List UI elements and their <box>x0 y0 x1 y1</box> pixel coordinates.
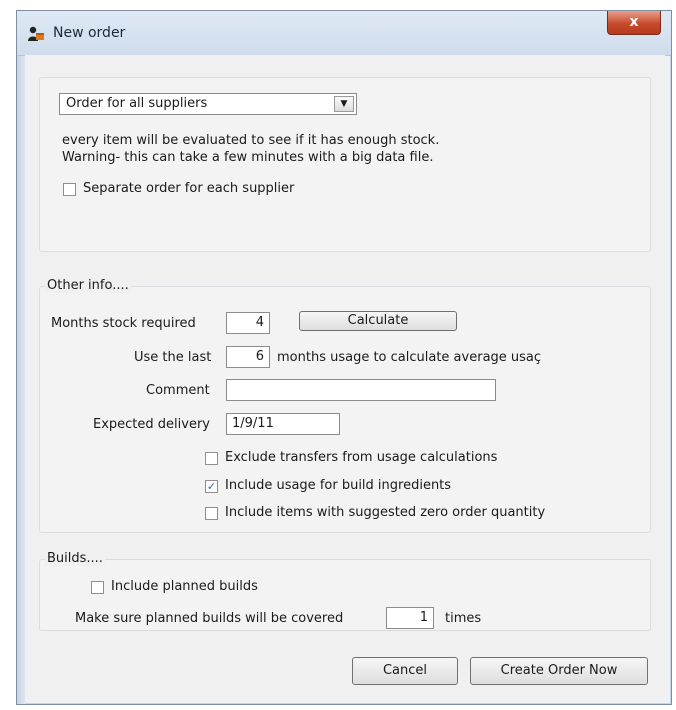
months-label: Months stock required <box>51 316 196 331</box>
comment-input[interactable] <box>226 379 496 401</box>
include-planned-label: Include planned builds <box>111 579 258 594</box>
make-sure-label: Make sure planned builds will be covered <box>75 611 344 626</box>
include-zero-checkbox[interactable] <box>205 507 218 520</box>
new-order-dialog: New order x Order for all suppliers ▼ ev… <box>16 10 672 705</box>
checkmark-icon: ✓ <box>206 480 217 493</box>
other-info-group-label: Other info.... <box>45 278 131 293</box>
close-button[interactable]: x <box>607 11 661 35</box>
include-build-label: Include usage for build ingredients <box>225 478 452 493</box>
months-input[interactable]: 4 <box>226 312 270 334</box>
include-build-checkbox[interactable]: ✓ <box>205 480 218 493</box>
info-text-line2: Warning- this can take a few minutes wit… <box>62 150 434 165</box>
supplier-dropdown-value: Order for all suppliers <box>66 96 208 111</box>
exclude-transfers-label: Exclude transfers from usage calculation… <box>225 450 498 465</box>
info-text-line1: every item will be evaluated to see if i… <box>62 133 440 148</box>
exclude-transfers-checkbox[interactable] <box>205 452 218 465</box>
expected-delivery-input[interactable]: 1/9/11 <box>226 413 340 435</box>
create-order-button[interactable]: Create Order Now <box>470 657 648 685</box>
cancel-button[interactable]: Cancel <box>352 657 458 685</box>
dialog-body: Order for all suppliers ▼ every item wil… <box>25 55 665 698</box>
supplier-dropdown[interactable]: Order for all suppliers ▼ <box>59 93 357 115</box>
include-planned-checkbox[interactable] <box>91 581 104 594</box>
expected-delivery-label: Expected delivery <box>93 417 210 432</box>
separate-order-label: Separate order for each supplier <box>83 181 295 196</box>
use-last-label: Use the last <box>134 350 212 365</box>
times-label: times <box>445 611 482 626</box>
times-input[interactable]: 1 <box>386 607 434 629</box>
app-icon <box>28 26 44 41</box>
window-title: New order <box>53 25 126 41</box>
use-last-suffix: months usage to calculate average usaç <box>277 350 542 365</box>
include-zero-label: Include items with suggested zero order … <box>225 505 546 520</box>
comment-label: Comment <box>146 383 210 398</box>
use-last-input[interactable]: 6 <box>226 346 270 368</box>
title-bar: New order x <box>17 11 671 56</box>
calculate-button[interactable]: Calculate <box>299 311 457 331</box>
chevron-down-icon[interactable]: ▼ <box>334 96 354 112</box>
separate-order-checkbox[interactable] <box>63 183 76 196</box>
builds-group-label: Builds.... <box>45 551 105 566</box>
